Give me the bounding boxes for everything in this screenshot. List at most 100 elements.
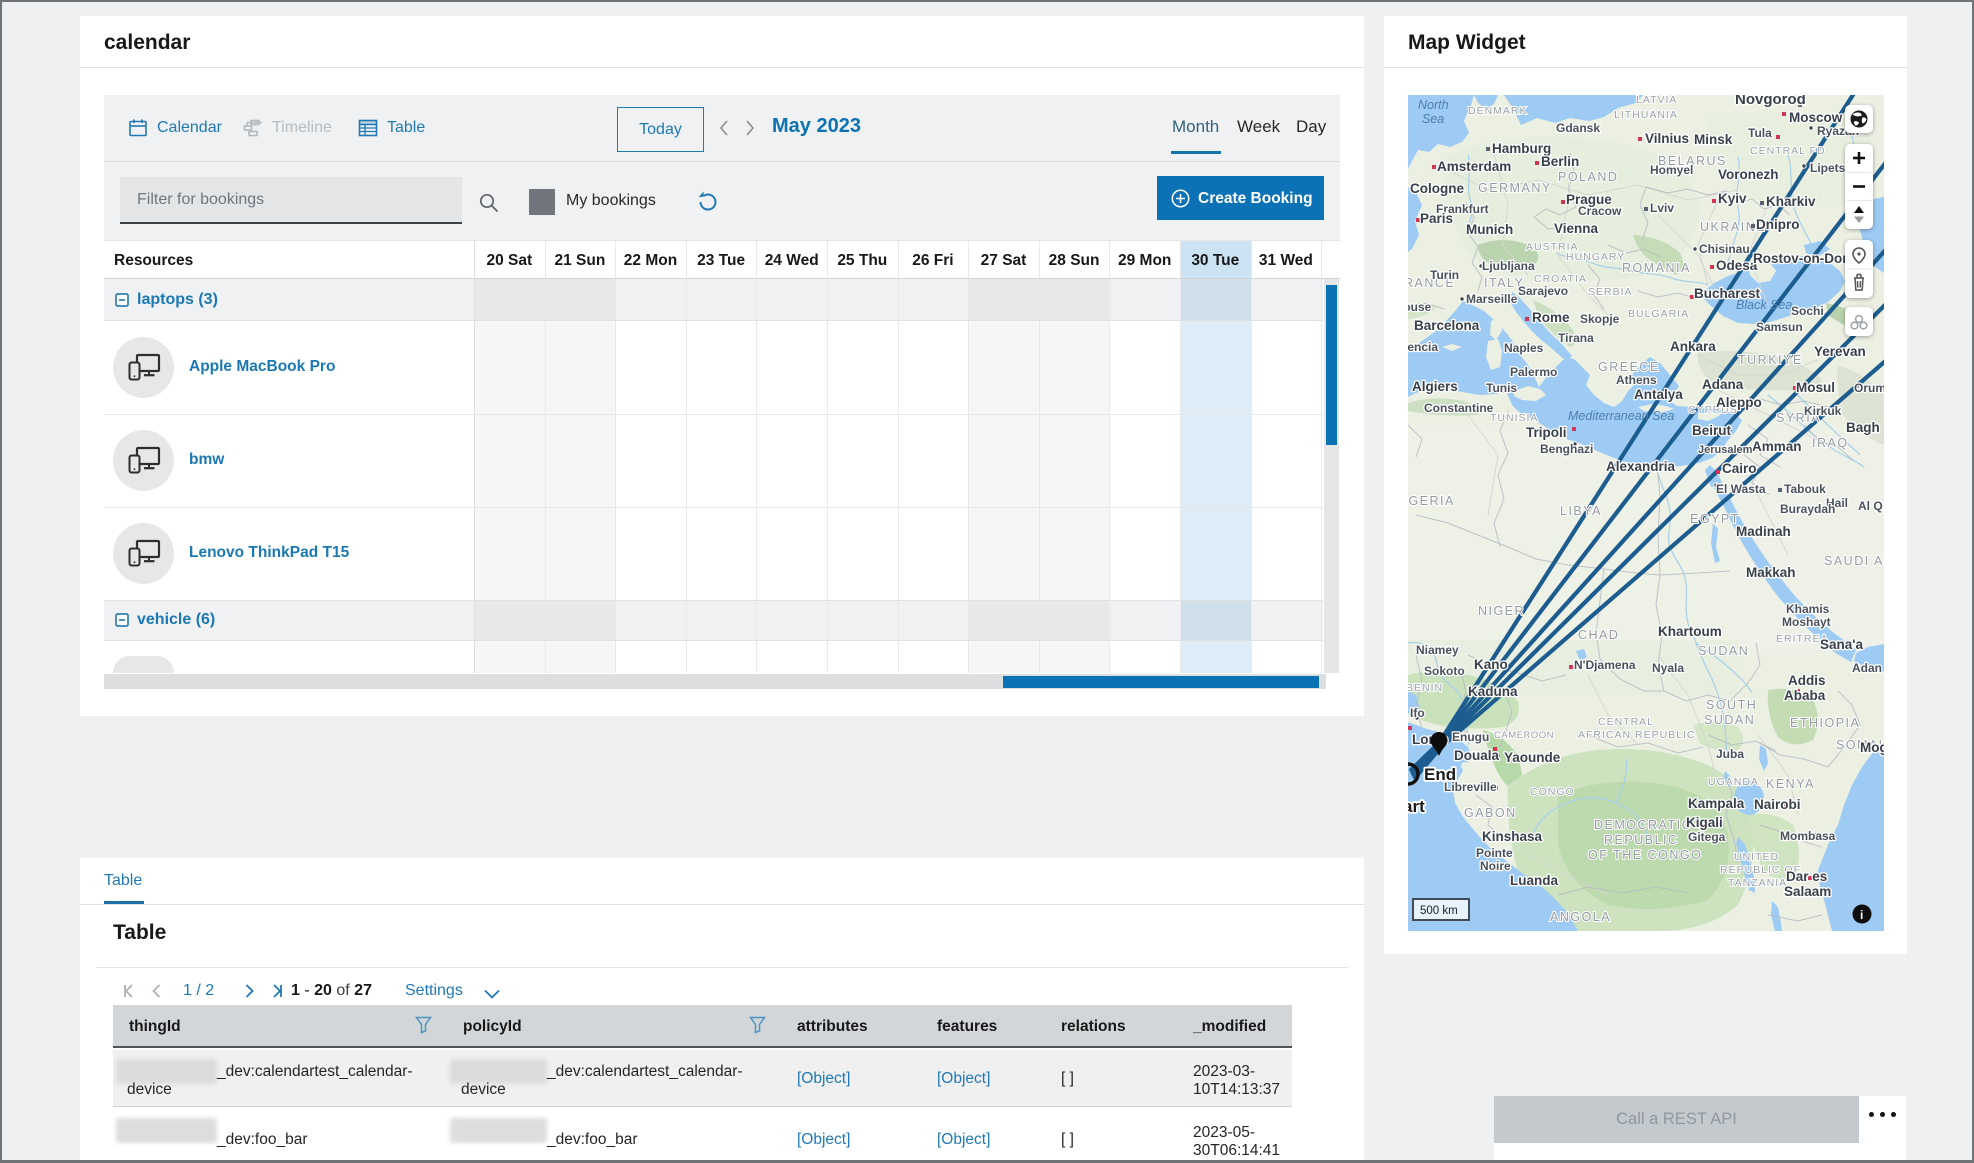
svg-text:Minsk: Minsk [1694, 132, 1733, 147]
svg-text:Yerevan: Yerevan [1814, 344, 1866, 359]
svg-text:Skopje: Skopje [1580, 312, 1620, 326]
svg-text:Yaounde: Yaounde [1504, 750, 1561, 765]
svg-text:Douala: Douala [1454, 748, 1500, 763]
svg-text:Madinah: Madinah [1736, 524, 1791, 539]
svg-text:CONGO: CONGO [1530, 786, 1575, 798]
svg-text:Sokoto: Sokoto [1424, 664, 1465, 678]
svg-text:Luanda: Luanda [1510, 873, 1558, 888]
svg-text:GABON: GABON [1464, 806, 1517, 820]
svg-text:ANGOLA: ANGOLA [1550, 910, 1611, 924]
svg-text:Samsun: Samsun [1756, 320, 1803, 334]
svg-text:Adana: Adana [1702, 377, 1744, 392]
svg-text:Gdansk: Gdansk [1556, 121, 1600, 135]
svg-text:Vilnius: Vilnius [1645, 131, 1689, 146]
svg-text:Algiers: Algiers [1412, 379, 1458, 394]
svg-text:BULGARIA: BULGARIA [1628, 308, 1689, 320]
svg-text:El Wasta: El Wasta [1716, 482, 1766, 496]
svg-text:Moshayt: Moshayt [1782, 615, 1831, 629]
svg-text:Tula: Tula [1748, 126, 1772, 140]
svg-text:DEMOCRATIC: DEMOCRATIC [1594, 818, 1692, 832]
svg-text:IRAQ: IRAQ [1812, 436, 1849, 450]
svg-text:Orum: Orum [1854, 381, 1884, 395]
svg-text:Tunis: Tunis [1486, 381, 1517, 395]
svg-text:Kano: Kano [1474, 657, 1508, 672]
svg-text:Rostov-on-Don: Rostov-on-Don [1753, 251, 1850, 266]
svg-text:CENTRAL FD: CENTRAL FD [1750, 145, 1826, 157]
svg-text:CENTRAL: CENTRAL [1598, 716, 1654, 728]
svg-text:Marseille: Marseille [1466, 292, 1518, 306]
svg-text:Moscow: Moscow [1789, 110, 1843, 125]
svg-text:Beirut: Beirut [1692, 423, 1732, 438]
svg-text:Lviv: Lviv [1650, 201, 1674, 215]
svg-text:CAMEROON: CAMEROON [1494, 730, 1554, 741]
svg-text:i: i [1860, 908, 1863, 922]
svg-text:SUDAN: SUDAN [1704, 713, 1755, 727]
svg-text:Pointe: Pointe [1476, 846, 1513, 860]
svg-text:SOUTH: SOUTH [1706, 698, 1757, 712]
svg-text:Cracow: Cracow [1578, 204, 1622, 218]
svg-text:LATVIA: LATVIA [1636, 95, 1677, 106]
svg-text:Ljubljana: Ljubljana [1482, 259, 1535, 273]
svg-text:Chisinau: Chisinau [1699, 242, 1750, 256]
svg-text:Addis: Addis [1788, 673, 1826, 688]
svg-text:Constantine: Constantine [1424, 401, 1494, 415]
svg-text:Palermo: Palermo [1510, 365, 1557, 379]
svg-text:Amman: Amman [1752, 439, 1802, 454]
svg-text:Kirkuk: Kirkuk [1804, 404, 1842, 418]
svg-text:Sea: Sea [1422, 112, 1444, 126]
svg-text:Odesa: Odesa [1716, 258, 1758, 273]
svg-text:TUNISIA: TUNISIA [1490, 412, 1538, 424]
svg-text:Salaam: Salaam [1784, 884, 1831, 899]
svg-text:Alexandria: Alexandria [1606, 459, 1676, 474]
svg-text:Buraydah: Buraydah [1780, 502, 1835, 516]
svg-text:Tabouk: Tabouk [1784, 482, 1826, 496]
svg-text:Kharkiv: Kharkiv [1766, 194, 1816, 209]
svg-text:Athens: Athens [1616, 373, 1657, 387]
svg-text:Turin: Turin [1430, 268, 1459, 282]
svg-text:Khamis: Khamis [1786, 602, 1830, 616]
svg-text:Adan: Adan [1852, 661, 1882, 675]
svg-text:Aleppo: Aleppo [1716, 395, 1762, 410]
svg-text:500 km: 500 km [1420, 905, 1458, 917]
svg-text:Vienna: Vienna [1554, 221, 1599, 236]
svg-text:Homyel: Homyel [1650, 163, 1693, 177]
svg-text:LITHUANIA: LITHUANIA [1614, 109, 1678, 121]
svg-text:Makkah: Makkah [1746, 565, 1796, 580]
svg-text:Kinshasa: Kinshasa [1482, 829, 1543, 844]
svg-text:TANZANIA: TANZANIA [1728, 877, 1787, 889]
svg-text:Tirana: Tirana [1558, 331, 1594, 345]
svg-text:UNITED: UNITED [1734, 851, 1779, 863]
svg-text:Gitega: Gitega [1688, 830, 1726, 844]
svg-text:Sana'a: Sana'a [1820, 637, 1863, 652]
svg-text:POLAND: POLAND [1558, 170, 1618, 184]
svg-text:ROMANIA: ROMANIA [1622, 261, 1691, 275]
svg-text:Sochi: Sochi [1791, 304, 1824, 318]
svg-text:SAUDI ARA: SAUDI ARA [1824, 554, 1884, 568]
svg-text:Naples: Naples [1504, 341, 1544, 355]
svg-text:Kampala: Kampala [1688, 796, 1745, 811]
svg-text:Al Q: Al Q [1858, 499, 1883, 513]
svg-text:Cairo: Cairo [1722, 461, 1757, 476]
svg-text:Noire: Noire [1480, 859, 1511, 873]
svg-text:Voronezh: Voronezh [1718, 167, 1779, 182]
svg-text:North: North [1418, 98, 1449, 112]
svg-text:REPUBLIC: REPUBLIC [1604, 833, 1679, 847]
svg-text:EGYPT: EGYPT [1690, 512, 1740, 526]
svg-text:Nairobi: Nairobi [1754, 797, 1801, 812]
svg-text:louse: louse [1408, 300, 1432, 314]
svg-text:Ankara: Ankara [1670, 339, 1716, 354]
svg-text:OF THE CONGO: OF THE CONGO [1588, 848, 1702, 862]
svg-text:Bagh: Bagh [1846, 420, 1880, 435]
svg-text:SUDAN: SUDAN [1698, 644, 1749, 658]
svg-text:Bucharest: Bucharest [1694, 286, 1761, 301]
svg-text:Munich: Munich [1466, 222, 1513, 237]
svg-text:N'Djamena: N'Djamena [1574, 658, 1636, 672]
svg-text:Khartoum: Khartoum [1658, 624, 1722, 639]
svg-text:GREECE: GREECE [1598, 360, 1660, 374]
svg-text:Barcelona: Barcelona [1414, 318, 1480, 333]
svg-text:SERBIA: SERBIA [1588, 286, 1633, 298]
svg-text:Paris: Paris [1420, 211, 1453, 226]
svg-text:HUNGARY: HUNGARY [1566, 251, 1625, 263]
svg-text:Mog: Mog [1860, 740, 1884, 755]
svg-text:CHAD: CHAD [1578, 628, 1619, 642]
